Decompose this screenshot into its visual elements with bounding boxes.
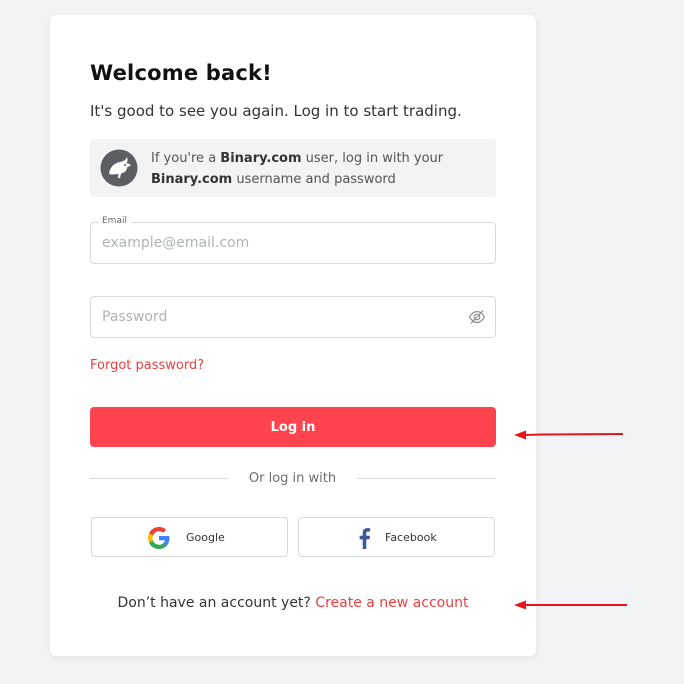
- google-button-label: Google: [186, 531, 225, 544]
- signup-prompt-text: Don’t have an account yet?: [117, 595, 311, 611]
- facebook-login-button[interactable]: Facebook: [298, 517, 495, 557]
- annotation-arrow-icon: [514, 600, 627, 610]
- annotation-arrow-icon: [514, 430, 624, 440]
- binary-brand: Binary.com: [151, 172, 233, 187]
- divider-line: [357, 478, 496, 479]
- eye-off-icon[interactable]: [468, 308, 486, 326]
- page-subtitle: It's good to see you again. Log in to st…: [90, 102, 462, 120]
- facebook-button-label: Facebook: [385, 531, 437, 544]
- google-logo-icon: [148, 527, 170, 549]
- binary-brand: Binary.com: [220, 151, 302, 166]
- facebook-logo-icon: [359, 528, 371, 549]
- login-card: Welcome back! It's good to see you again…: [50, 15, 536, 656]
- forgot-password-link[interactable]: Forgot password?: [90, 358, 204, 373]
- create-account-link[interactable]: Create a new account: [315, 595, 468, 611]
- bull-logo-icon: [100, 149, 138, 187]
- divider-line: [90, 478, 228, 479]
- google-login-button[interactable]: Google: [91, 517, 288, 557]
- divider-text: Or log in with: [248, 471, 337, 486]
- binary-notice-text: If you're a Binary.com user, log in with…: [151, 151, 444, 187]
- binary-user-notice: If you're a Binary.com user, log in with…: [90, 139, 496, 197]
- password-input[interactable]: [102, 297, 462, 337]
- page-title: Welcome back!: [90, 61, 272, 85]
- email-input[interactable]: [102, 223, 462, 263]
- login-button[interactable]: Log in: [90, 407, 496, 447]
- email-field-container: Email: [90, 216, 496, 264]
- signup-prompt: Don’t have an account yet? Create a new …: [50, 595, 536, 611]
- password-field-container: [90, 296, 496, 338]
